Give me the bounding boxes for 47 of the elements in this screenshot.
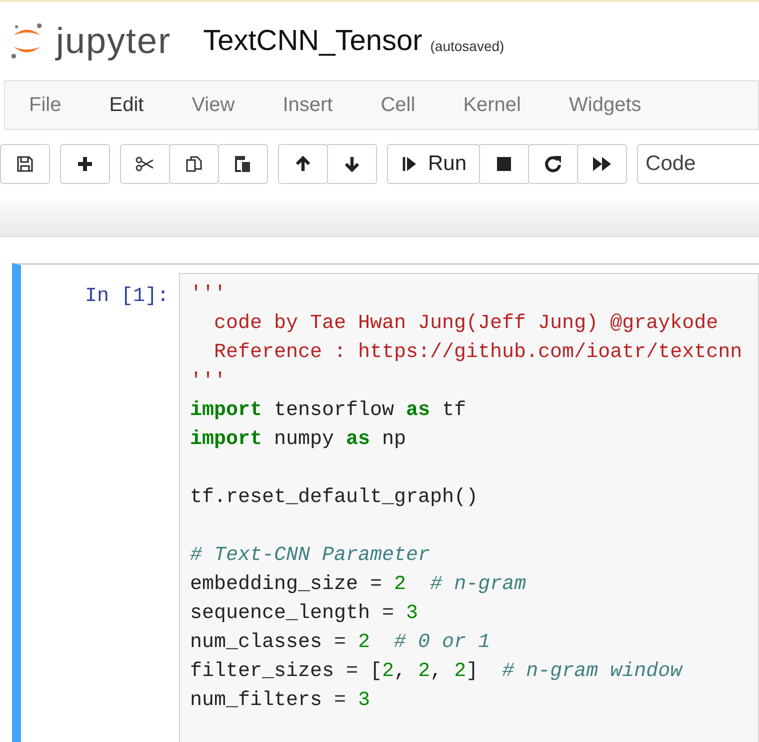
plus-icon xyxy=(75,154,95,174)
scissors-icon xyxy=(135,154,155,174)
menu-item[interactable]: File xyxy=(5,94,86,116)
menu-item[interactable]: Edit xyxy=(85,94,168,116)
code-line: num_classes = 2 # 0 or 1 xyxy=(190,630,490,656)
menu-item[interactable]: View xyxy=(168,94,259,116)
code-line: import numpy as np xyxy=(190,427,406,453)
menu-item[interactable]: Insert xyxy=(258,94,357,116)
notebook-title[interactable]: TextCNN_Tensor xyxy=(203,24,422,58)
down-arrow-icon xyxy=(342,154,362,174)
code-line: code by Tae Hwan Jung(Jeff Jung) @graykode xyxy=(213,311,718,337)
cut-button[interactable] xyxy=(120,144,170,184)
code-line: sequence_length = 3 xyxy=(190,601,418,627)
fast-forward-icon xyxy=(592,154,612,174)
input-prompt: In [1]: xyxy=(84,284,170,310)
copy-button[interactable] xyxy=(169,144,219,184)
move-up-button[interactable] xyxy=(278,144,328,184)
copy-icon xyxy=(184,154,204,174)
save-button[interactable] xyxy=(0,144,50,184)
code-line: ''' xyxy=(190,282,226,308)
run-button[interactable]: Run xyxy=(387,144,480,184)
code-line: Reference : https://github.com/ioatr/textcnn xyxy=(213,340,742,366)
code-line: embedding_size = 2 # n-gram xyxy=(190,572,526,598)
move-down-button[interactable] xyxy=(327,144,377,184)
autosave-status: (autosaved) xyxy=(430,38,504,54)
code-line: ''' xyxy=(190,369,226,395)
code-line: filter_sizes = [2, 2, 2] # n-gram window xyxy=(190,659,682,685)
code-line: tf.reset_default_graph() xyxy=(190,485,478,511)
interrupt-button[interactable] xyxy=(478,144,529,184)
restart-button[interactable] xyxy=(528,144,578,184)
run-all-button[interactable] xyxy=(576,144,627,184)
menu-item[interactable]: Kernel xyxy=(439,94,545,116)
up-arrow-icon xyxy=(293,154,313,174)
paste-button[interactable] xyxy=(218,144,268,184)
code-line: import tensorflow as tf xyxy=(190,398,466,424)
code-cell[interactable] xyxy=(12,263,759,742)
insert-cell-button[interactable] xyxy=(60,144,110,184)
code-line: num_filters = 3 xyxy=(190,688,370,714)
code-line: # Text-CNN Parameter xyxy=(190,543,430,569)
restart-icon xyxy=(542,154,563,174)
menu-item[interactable]: Widgets xyxy=(545,94,666,116)
code-editor[interactable] xyxy=(179,273,759,742)
cell-type-dropdown[interactable]: Code xyxy=(636,144,759,184)
paste-icon xyxy=(233,154,253,174)
save-icon xyxy=(15,154,35,174)
menu-item[interactable]: Cell xyxy=(356,94,440,116)
jupyter-wordmark[interactable]: jupyter xyxy=(56,20,172,62)
